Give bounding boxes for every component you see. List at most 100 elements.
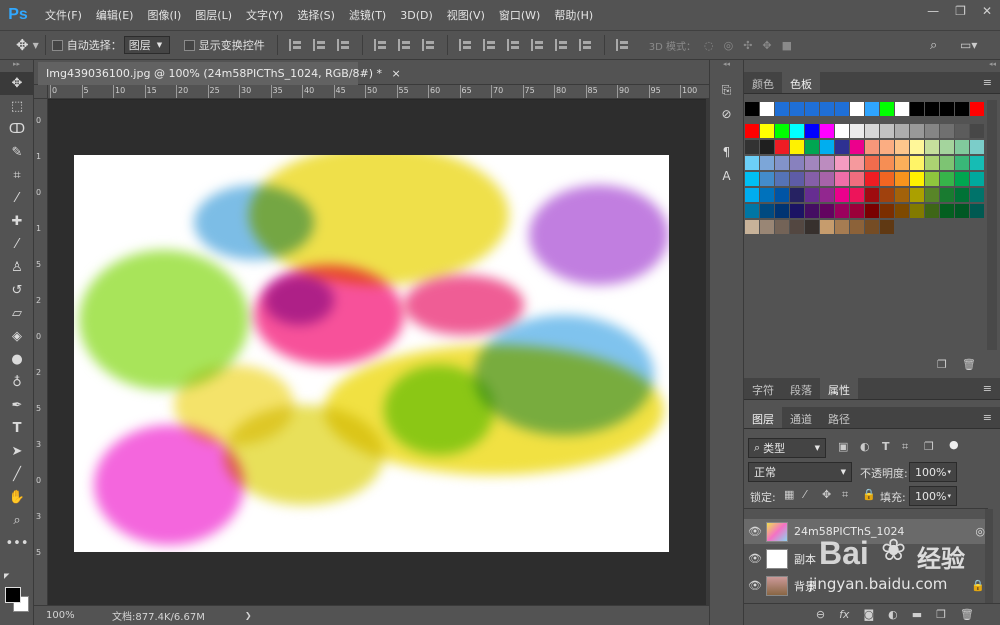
color-swatch[interactable] bbox=[805, 172, 820, 187]
collapse-icon[interactable]: ◂◂ bbox=[989, 60, 996, 72]
layer-name[interactable]: 背景 bbox=[794, 578, 816, 594]
panel-menu-icon[interactable]: ≡ bbox=[983, 382, 992, 395]
tab-color[interactable]: 颜色 bbox=[744, 72, 782, 93]
eye-icon[interactable]: 👁 bbox=[744, 579, 766, 592]
line-tool-icon[interactable]: ╱ bbox=[0, 463, 34, 486]
color-swatch[interactable] bbox=[895, 188, 910, 203]
filter-smart-icon[interactable]: ❐ bbox=[924, 440, 934, 453]
color-swatch[interactable] bbox=[745, 220, 760, 235]
auto-select-checkbox[interactable] bbox=[51, 39, 63, 51]
color-swatch[interactable] bbox=[805, 188, 820, 203]
color-swatch[interactable] bbox=[940, 204, 955, 219]
color-swatch[interactable] bbox=[790, 140, 805, 155]
color-swatch[interactable] bbox=[775, 172, 790, 187]
new-swatch-icon[interactable]: ❐ bbox=[937, 358, 947, 371]
zoom-tool-icon[interactable]: ⌕ bbox=[0, 509, 34, 532]
color-swatch[interactable] bbox=[775, 102, 790, 117]
menu-file[interactable]: 文件(F) bbox=[38, 7, 89, 23]
layer-name[interactable]: 24m58PICThS_1024 bbox=[794, 525, 904, 538]
blur-tool-icon[interactable]: ● bbox=[0, 348, 34, 371]
menu-edit[interactable]: 编辑(E) bbox=[89, 7, 141, 23]
distribute-top-icon[interactable] bbox=[458, 39, 473, 51]
history-panel-icon[interactable]: ⎘ bbox=[710, 78, 743, 102]
color-swatch[interactable] bbox=[805, 140, 820, 155]
color-swatch[interactable] bbox=[970, 124, 985, 139]
color-swatch[interactable] bbox=[865, 156, 880, 171]
color-swatch[interactable] bbox=[940, 102, 955, 117]
color-swatch[interactable] bbox=[880, 204, 895, 219]
swap-colors-icon[interactable]: ◤ bbox=[4, 572, 14, 580]
color-swatch[interactable] bbox=[805, 156, 820, 171]
color-swatch[interactable] bbox=[775, 140, 790, 155]
color-swatch[interactable] bbox=[970, 102, 985, 117]
new-layer-icon[interactable]: ❐ bbox=[936, 608, 946, 621]
color-swatch[interactable] bbox=[775, 156, 790, 171]
color-swatch[interactable] bbox=[880, 172, 895, 187]
color-swatch[interactable] bbox=[835, 220, 850, 235]
color-swatch[interactable] bbox=[955, 124, 970, 139]
color-swatch[interactable] bbox=[835, 140, 850, 155]
color-swatch[interactable] bbox=[865, 172, 880, 187]
menu-3d[interactable]: 3D(D) bbox=[393, 9, 440, 22]
tab-layers[interactable]: 图层 bbox=[744, 407, 782, 428]
menu-layer[interactable]: 图层(L) bbox=[188, 7, 239, 23]
color-swatch[interactable] bbox=[775, 188, 790, 203]
tab-channels[interactable]: 通道 bbox=[782, 407, 820, 428]
color-swatch[interactable] bbox=[745, 172, 760, 187]
new-group-icon[interactable]: ▬ bbox=[912, 608, 922, 621]
align-bottom-icon[interactable] bbox=[336, 39, 351, 51]
color-swatch[interactable] bbox=[925, 204, 940, 219]
collapse-icon[interactable]: ▸▸ bbox=[0, 60, 33, 72]
color-swatch[interactable] bbox=[895, 204, 910, 219]
align-hcenter-icon[interactable] bbox=[397, 39, 412, 51]
color-swatch[interactable] bbox=[850, 172, 865, 187]
color-swatch[interactable] bbox=[745, 204, 760, 219]
color-swatch[interactable] bbox=[940, 188, 955, 203]
panel-menu-icon[interactable]: ≡ bbox=[983, 76, 992, 89]
color-swatch[interactable] bbox=[850, 204, 865, 219]
fill-field[interactable]: 100% ▾ bbox=[909, 486, 957, 506]
color-swatch[interactable] bbox=[745, 188, 760, 203]
color-swatch[interactable] bbox=[970, 172, 985, 187]
collapse-icon[interactable]: ◂◂ bbox=[710, 60, 743, 72]
color-swatch[interactable] bbox=[910, 124, 925, 139]
layer-filter-dropdown[interactable]: ⌕ 类型 ▼ bbox=[748, 438, 826, 458]
color-swatch[interactable] bbox=[910, 172, 925, 187]
show-transform-checkbox[interactable] bbox=[183, 39, 195, 51]
color-swatch[interactable] bbox=[850, 156, 865, 171]
crop-tool-icon[interactable]: ⌗ bbox=[0, 164, 34, 187]
color-swatch[interactable] bbox=[835, 156, 850, 171]
color-swatch[interactable] bbox=[865, 204, 880, 219]
color-swatch[interactable] bbox=[940, 172, 955, 187]
delete-layer-icon[interactable]: 🗑 bbox=[960, 608, 974, 621]
color-swatch[interactable] bbox=[955, 102, 970, 117]
color-swatch[interactable] bbox=[790, 204, 805, 219]
color-swatch[interactable] bbox=[790, 156, 805, 171]
color-swatch[interactable] bbox=[790, 188, 805, 203]
layers-scrollbar[interactable] bbox=[985, 509, 993, 604]
color-swatch[interactable] bbox=[805, 102, 820, 117]
color-swatch[interactable] bbox=[760, 140, 775, 155]
color-swatch[interactable] bbox=[925, 188, 940, 203]
color-swatch[interactable] bbox=[925, 140, 940, 155]
canvas-pasteboard[interactable] bbox=[48, 100, 706, 605]
menu-select[interactable]: 选择(S) bbox=[290, 7, 342, 23]
lock-artboard-icon[interactable]: ⌗ bbox=[842, 488, 848, 502]
paint-bucket-tool-icon[interactable]: ◈ bbox=[0, 325, 34, 348]
filter-type-icon[interactable]: T bbox=[882, 440, 890, 453]
color-swatch[interactable] bbox=[745, 156, 760, 171]
color-swatch[interactable] bbox=[955, 140, 970, 155]
color-swatch[interactable] bbox=[925, 102, 940, 117]
color-swatch[interactable] bbox=[940, 140, 955, 155]
color-swatch[interactable] bbox=[970, 188, 985, 203]
eye-icon[interactable]: 👁 bbox=[744, 552, 766, 565]
swatches-scrollbar[interactable] bbox=[987, 100, 997, 350]
blend-mode-dropdown[interactable]: 正常 ▼ bbox=[748, 462, 852, 482]
color-swatch[interactable] bbox=[745, 102, 760, 117]
color-swatch[interactable] bbox=[805, 124, 820, 139]
type-tool-icon[interactable]: T bbox=[0, 417, 34, 440]
color-swatch[interactable] bbox=[820, 140, 835, 155]
auto-align-icon[interactable] bbox=[615, 39, 630, 51]
tab-swatches[interactable]: 色板 bbox=[782, 72, 820, 93]
align-top-icon[interactable] bbox=[288, 39, 303, 51]
